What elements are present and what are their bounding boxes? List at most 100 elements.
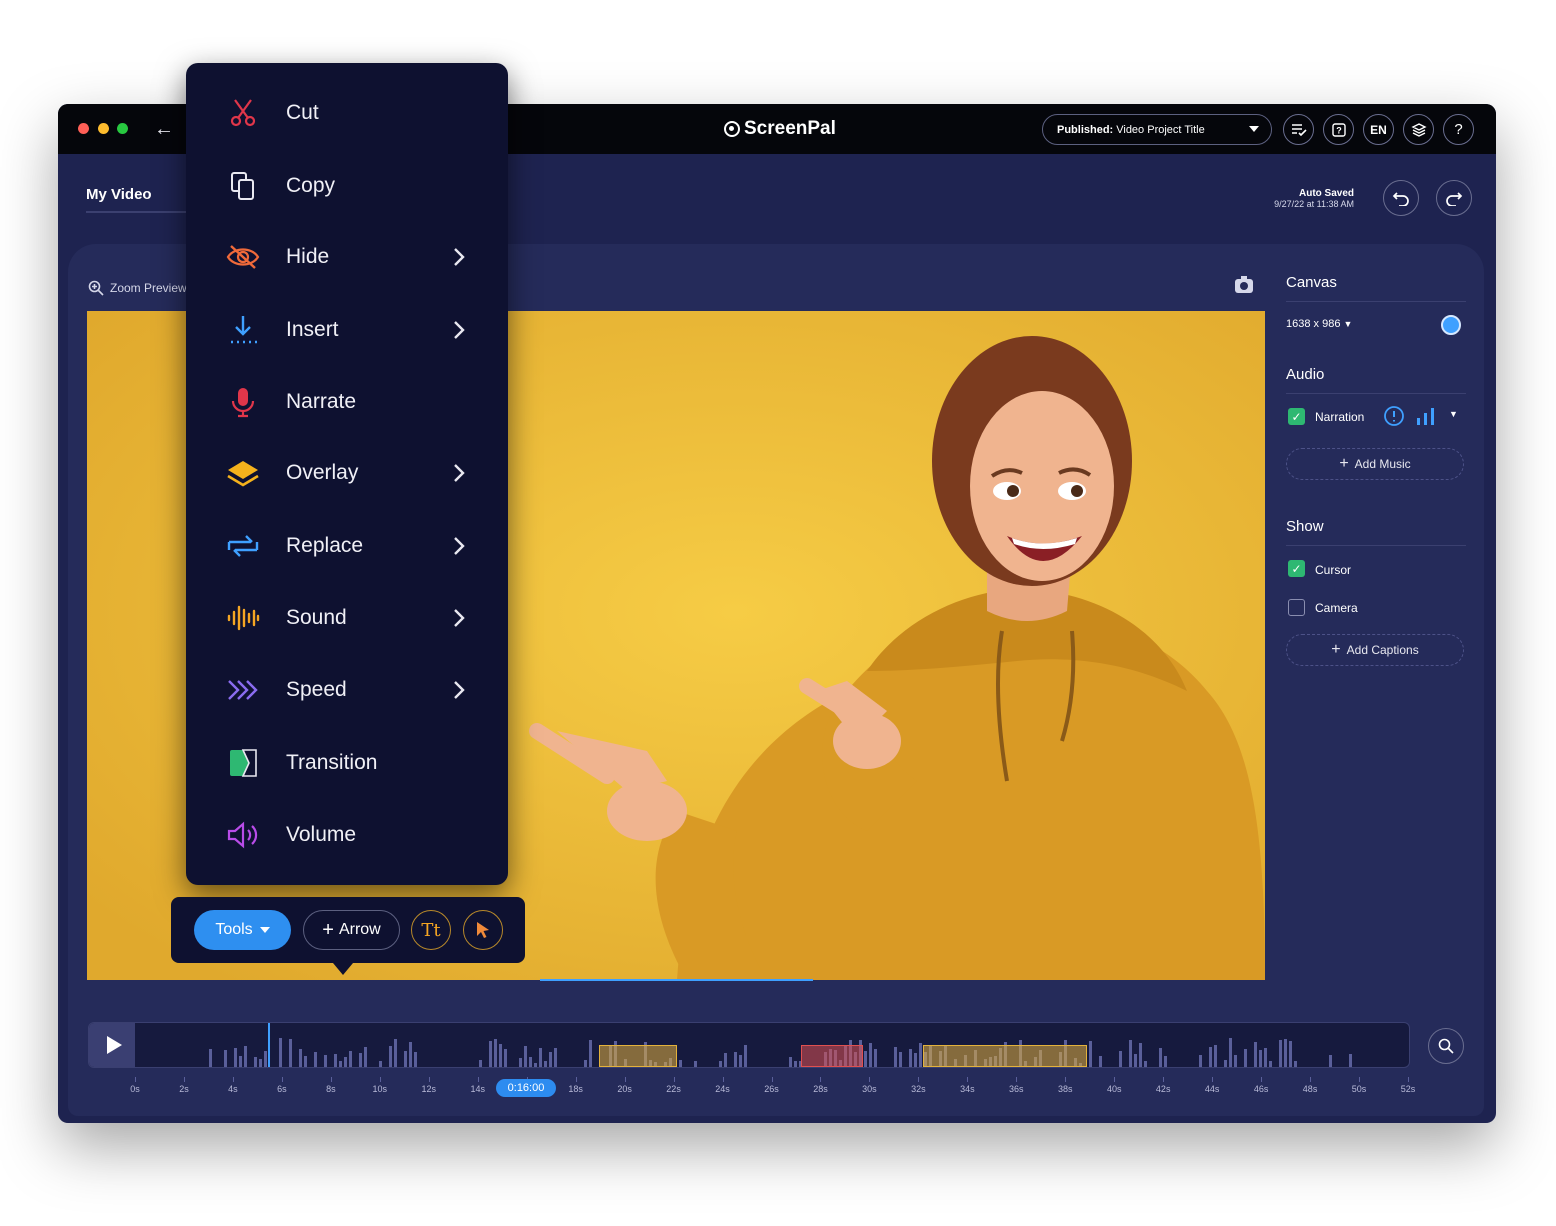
playhead[interactable] (268, 1023, 270, 1067)
tick-mark (1016, 1077, 1018, 1082)
tick-mark (183, 1077, 185, 1082)
waveform-bar (379, 1061, 382, 1067)
waveform-bar (304, 1056, 307, 1067)
tick-label: 8s (326, 1084, 336, 1094)
canvas-color-swatch[interactable] (1441, 315, 1461, 335)
waveform-bar (1234, 1055, 1237, 1067)
waveform-bar (324, 1055, 327, 1067)
waveform-bar (364, 1047, 367, 1067)
menu-item-sound[interactable]: Sound (186, 588, 508, 648)
menu-item-volume[interactable]: Volume (186, 805, 508, 865)
publish-prefix: Published: (1057, 123, 1114, 136)
maximize-window-button[interactable] (117, 123, 128, 134)
menu-item-overlay[interactable]: Overlay (186, 443, 508, 503)
timeline-segment-cut[interactable] (801, 1045, 863, 1067)
menu-item-insert[interactable]: Insert (186, 300, 508, 360)
publish-dropdown[interactable]: Published: Video Project Title (1042, 114, 1272, 145)
waveform-bar (724, 1053, 727, 1067)
waveform-bar (1349, 1054, 1352, 1067)
undo-button[interactable] (1383, 180, 1419, 216)
audio-level-icon[interactable] (1416, 407, 1436, 425)
menu-item-label: Volume (286, 823, 357, 846)
menu-item-label: Overlay (286, 461, 359, 484)
language-button[interactable]: EN (1363, 114, 1394, 145)
waveform-bar (499, 1044, 502, 1067)
back-arrow-icon[interactable]: ← (154, 118, 174, 141)
menu-item-speed[interactable]: Speed (186, 660, 508, 720)
minimize-window-button[interactable] (98, 123, 109, 134)
waveform-bar (279, 1038, 282, 1067)
plus-icon: + (322, 919, 334, 941)
waveform-bar (1144, 1061, 1147, 1067)
timeline-track[interactable] (88, 1022, 1410, 1068)
waveform-bar (1284, 1039, 1287, 1067)
tick-mark (1163, 1077, 1165, 1082)
layers-button[interactable] (1403, 114, 1434, 145)
play-button[interactable] (89, 1023, 135, 1067)
play-icon (106, 1036, 122, 1054)
help-button[interactable]: ? (1443, 114, 1474, 145)
menu-item-replace[interactable]: Replace (186, 516, 508, 576)
help-box-button[interactable]: ? (1323, 114, 1354, 145)
add-captions-button[interactable]: + Add Captions (1286, 634, 1464, 666)
menu-item-transition[interactable]: Transition (186, 733, 508, 793)
menu-item-cut[interactable]: Cut (186, 83, 508, 143)
copy-icon (226, 169, 260, 203)
add-music-button[interactable]: + Add Music (1286, 448, 1464, 480)
waveform-bar (914, 1053, 917, 1067)
menu-item-hide[interactable]: Hide (186, 227, 508, 287)
camera-checkbox[interactable] (1288, 599, 1305, 616)
waveform-bar (1099, 1056, 1102, 1067)
tools-button[interactable]: Tools (194, 910, 291, 950)
tick-mark (477, 1077, 479, 1082)
tick-mark (135, 1077, 136, 1082)
redo-button[interactable] (1436, 180, 1472, 216)
tick-mark (1114, 1077, 1116, 1082)
divider (1286, 545, 1466, 546)
waveform-bar (234, 1048, 237, 1067)
waveform-bar (479, 1060, 482, 1067)
canvas-size-dropdown[interactable]: 1638 x 986 ▼ (1286, 318, 1352, 330)
close-window-button[interactable] (78, 123, 89, 134)
chevron-down-icon[interactable]: ▼ (1449, 409, 1458, 419)
waveform-bar (299, 1049, 302, 1067)
chevron-right-icon (452, 608, 466, 628)
narration-checkbox[interactable]: ✓ (1288, 408, 1305, 425)
waveform-bar (244, 1046, 247, 1067)
timeline-segment-overlay[interactable] (599, 1045, 677, 1067)
tick-label: 46s (1253, 1084, 1269, 1094)
tick-label: 34s (960, 1084, 975, 1094)
tab-my-video[interactable]: My Video (86, 186, 152, 203)
tools-label: Tools (215, 921, 253, 938)
checklist-button[interactable] (1283, 114, 1314, 145)
snapshot-camera-icon[interactable] (1235, 276, 1253, 293)
menu-item-narrate[interactable]: Narrate (186, 372, 508, 432)
waveform-bar (259, 1059, 262, 1067)
volume-icon (226, 818, 260, 852)
undo-icon (1392, 192, 1409, 206)
chevron-down-icon (259, 927, 270, 933)
zoom-preview-button[interactable]: Zoom Preview (88, 280, 187, 296)
camera-label: Camera (1315, 601, 1358, 615)
cursor-tool-button[interactable] (463, 910, 503, 950)
timeline-search-button[interactable] (1428, 1028, 1464, 1064)
timeline-segment-overlay[interactable] (923, 1045, 1087, 1067)
svg-text:?: ? (1336, 125, 1342, 135)
text-tool-button[interactable]: Tt (411, 910, 451, 950)
tick-label: 10s (372, 1084, 388, 1094)
waveform-bar (1199, 1055, 1202, 1067)
menu-item-copy[interactable]: Copy (186, 156, 508, 216)
zoom-preview-label: Zoom Preview (110, 281, 187, 295)
waveform-bar (339, 1061, 342, 1067)
waveform-bar (589, 1040, 592, 1067)
info-alert-icon[interactable] (1383, 405, 1405, 427)
waveform-bar (869, 1043, 872, 1067)
add-arrow-button[interactable]: + Arrow (303, 910, 400, 950)
tick-label: 20s (617, 1084, 632, 1094)
current-time-badge: 0:16:00 (496, 1079, 556, 1097)
waveform-bar (1224, 1060, 1227, 1067)
redo-icon (1446, 192, 1463, 206)
cursor-checkbox[interactable]: ✓ (1288, 560, 1305, 577)
tick-label: 52s (1400, 1084, 1416, 1094)
waveform-bar (524, 1046, 527, 1067)
